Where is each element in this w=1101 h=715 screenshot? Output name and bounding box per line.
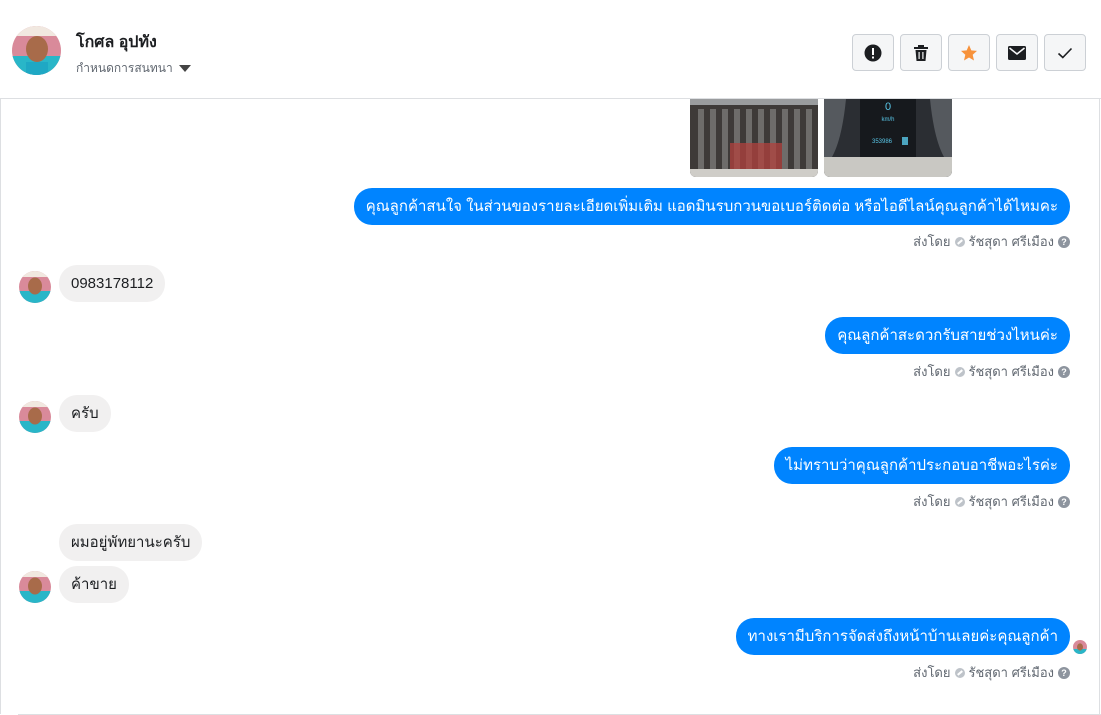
speed-unit: km/h <box>881 117 894 123</box>
delete-button[interactable] <box>900 34 942 71</box>
exclamation-icon <box>864 44 882 61</box>
incoming-message[interactable]: ครับ <box>59 395 111 432</box>
mark-spam-button[interactable] <box>852 34 894 71</box>
caret-down-icon <box>178 65 191 72</box>
sent-check-icon <box>954 667 965 678</box>
sent-by-prefix: ส่งโดย <box>913 364 951 379</box>
sent-by-info: ส่งโดย รัชสุดา ศรีเมือง ? <box>913 491 1070 512</box>
sent-by-prefix: ส่งโดย <box>913 494 951 509</box>
message-thread[interactable]: 0 km/h 353986 คุณลูกค้าสนใจ ในส่วนของราย… <box>0 99 1101 715</box>
conversation-actions <box>852 34 1086 71</box>
outgoing-message[interactable]: คุณลูกค้าสนใจ ในส่วนของรายละเอียดเพิ่มเต… <box>353 188 1070 225</box>
contact-avatar[interactable] <box>12 26 61 75</box>
sent-by-info: ส่งโดย รัชสุดา ศรีเมือง ? <box>913 662 1070 683</box>
image-attachment-dashboard[interactable]: 0 km/h 353986 <box>824 99 952 177</box>
star-icon <box>961 44 977 60</box>
sent-by-info: ส่งโดย รัชสุดา ศรีเมือง ? <box>913 231 1070 252</box>
star-button[interactable] <box>948 34 990 71</box>
help-icon[interactable]: ? <box>1058 666 1070 679</box>
speed-readout: 0 <box>885 101 891 113</box>
sent-by-info: ส่งโดย รัชสุดา ศรีเมือง ? <box>913 361 1070 382</box>
help-icon[interactable]: ? <box>1058 235 1070 248</box>
sent-check-icon <box>954 496 965 507</box>
sent-by-agent: รัชสุดา ศรีเมือง <box>968 665 1055 680</box>
sender-avatar[interactable] <box>19 401 51 433</box>
assign-conversation-dropdown[interactable]: กำหนดการสนทนา <box>76 59 191 78</box>
outgoing-message[interactable]: ไม่ทราบว่าคุณลูกค้าประกอบอาชีพอะไรค่ะ <box>773 447 1070 484</box>
seen-avatar <box>1073 640 1087 654</box>
contact-name: โกศล อุปทัง <box>76 34 157 51</box>
sent-by-agent: รัชสุดา ศรีเมือง <box>968 364 1055 379</box>
conversation-header: โกศล อุปทัง กำหนดการสนทนา <box>0 2 1101 99</box>
trash-icon <box>914 44 928 61</box>
help-icon[interactable]: ? <box>1058 365 1070 378</box>
sender-avatar[interactable] <box>19 571 51 603</box>
outgoing-message[interactable]: ทางเรามีบริการจัดส่งถึงหน้าบ้านเลยค่ะคุณ… <box>735 618 1070 655</box>
envelope-icon <box>1008 45 1026 60</box>
sent-by-agent: รัชสุดา ศรีเมือง <box>968 494 1055 509</box>
incoming-message[interactable]: 0983178112 <box>59 265 166 302</box>
checkmark-icon <box>1057 47 1073 59</box>
sent-check-icon <box>954 366 965 377</box>
incoming-message[interactable]: ผมอยู่พัทยานะครับ <box>59 524 203 561</box>
sender-avatar[interactable] <box>19 271 51 303</box>
outgoing-message[interactable]: คุณลูกค้าสะดวกรับสายช่วงไหนค่ะ <box>825 317 1070 354</box>
image-attachment-engine[interactable] <box>690 99 818 177</box>
help-icon[interactable]: ? <box>1058 495 1070 508</box>
sent-by-prefix: ส่งโดย <box>913 234 951 249</box>
assign-label: กำหนดการสนทนา <box>76 61 173 75</box>
sent-check-icon <box>954 236 965 247</box>
incoming-message[interactable]: ค้าขาย <box>59 566 129 603</box>
sent-by-agent: รัชสุดา ศรีเมือง <box>968 234 1055 249</box>
mark-done-button[interactable] <box>1044 34 1086 71</box>
sent-by-prefix: ส่งโดย <box>913 665 951 680</box>
mark-unread-button[interactable] <box>996 34 1038 71</box>
odometer-readout: 353986 <box>872 139 893 145</box>
